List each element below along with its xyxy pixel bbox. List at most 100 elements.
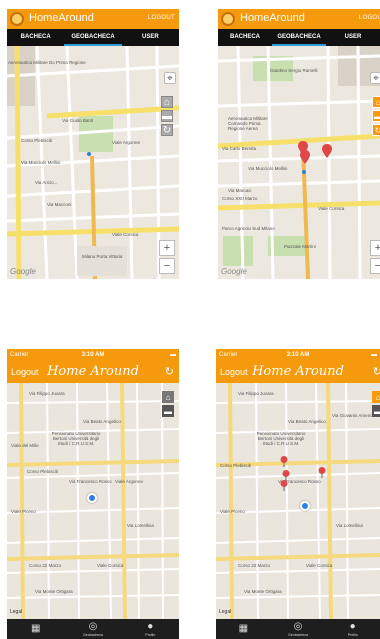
map-label: Aeronautica Militare Do Prima Regione bbox=[8, 60, 86, 65]
zoom-out-button[interactable]: − bbox=[370, 258, 380, 274]
nav-bar: Logout Home Around ↻ bbox=[7, 361, 179, 383]
status-bar: Carrier 3:10 AM ▬ bbox=[216, 349, 380, 361]
nav-bar: Logout Home Around ↻ bbox=[216, 361, 380, 383]
refresh-icon[interactable]: ↻ bbox=[372, 124, 380, 136]
tab-geobacheca[interactable]: GEOBACHECA bbox=[272, 29, 326, 46]
map-label: Viale Argonne bbox=[115, 479, 143, 484]
ios-screen-1: Carrier 3:10 AM ▬ Logout Home Around ↻ V… bbox=[7, 349, 179, 639]
map-pin-icon[interactable] bbox=[280, 480, 288, 491]
logout-button[interactable]: LOGOUT bbox=[148, 15, 175, 21]
zoom-in-button[interactable]: + bbox=[370, 240, 380, 256]
status-bar: Carrier 3:10 AM ▬ bbox=[7, 349, 179, 361]
map-view[interactable]: Giardino Sergio Ramelli Aeronautica Mili… bbox=[218, 46, 380, 279]
folder-icon[interactable]: ▬ bbox=[162, 405, 174, 417]
tab-user[interactable]: USER bbox=[122, 29, 179, 46]
tab-geobacheca[interactable]: ◎ Geobacheca bbox=[271, 619, 326, 639]
home-icon[interactable]: ⌂ bbox=[162, 391, 174, 403]
google-watermark: Google bbox=[221, 267, 247, 276]
map-label: Corso 22 Marzo bbox=[238, 563, 271, 568]
status-time: 3:10 AM bbox=[81, 352, 105, 358]
map-label: Viale Corsica bbox=[306, 563, 333, 568]
user-location-icon bbox=[87, 152, 91, 156]
map-label: Via Guido Banti bbox=[62, 118, 94, 123]
tab-bacheca[interactable]: BACHECA bbox=[218, 29, 272, 46]
map-label: Giardino Sergio Ramelli bbox=[270, 68, 318, 73]
map-pin-icon[interactable] bbox=[300, 150, 310, 164]
tab-bacheca[interactable]: ▦ bbox=[216, 619, 271, 639]
map-label: Via Mucciolo Mellini bbox=[248, 166, 288, 171]
map-label: Via Lomellina bbox=[336, 523, 363, 528]
map-label: Pensionato Universitario Bertoni Univers… bbox=[51, 431, 101, 446]
refresh-icon[interactable]: ↻ bbox=[165, 365, 174, 378]
tab-label: Geobacheca bbox=[83, 633, 103, 637]
map-label: Viale Argonne bbox=[112, 140, 140, 145]
tab-bar: BACHECA GEOBACHECA USER bbox=[7, 29, 179, 46]
logout-button[interactable]: LOGOUT bbox=[359, 15, 380, 21]
app-title: Home Around bbox=[47, 364, 139, 379]
tab-bacheca[interactable]: BACHECA bbox=[7, 29, 64, 46]
tab-profilo[interactable]: ● Profilo bbox=[122, 619, 179, 639]
home-icon[interactable]: ⌂ bbox=[372, 391, 380, 403]
folder-icon[interactable]: ▬ bbox=[161, 110, 173, 122]
folder-icon[interactable]: ▬ bbox=[372, 405, 380, 417]
refresh-icon[interactable]: ↻ bbox=[373, 365, 380, 378]
map-label: Via Marcaci bbox=[228, 188, 252, 193]
tab-geobacheca[interactable]: ◎ Geobacheca bbox=[64, 619, 121, 639]
app-header: HomeAround LOGOUT bbox=[7, 9, 179, 29]
map-label: Parco Agricolo Sud Milano bbox=[222, 226, 275, 231]
map-label: Corso Plebisciti bbox=[27, 469, 59, 474]
app-header: HomeAround LOGOUT bbox=[218, 9, 380, 29]
my-location-icon[interactable]: ⌖ bbox=[370, 72, 380, 84]
zoom-in-button[interactable]: + bbox=[159, 240, 175, 256]
tab-label: Profilo bbox=[145, 633, 156, 637]
map-label: Via Carlo Beretta bbox=[222, 146, 257, 151]
android-screen-1: HomeAround LOGOUT BACHECA GEOBACHECA USE… bbox=[7, 9, 179, 279]
ios-screen-2: Carrier 3:10 AM ▬ Logout Home Around ↻ V… bbox=[216, 349, 380, 639]
map-label: Via Beato Angelico bbox=[83, 419, 121, 424]
legal-link[interactable]: Legal bbox=[219, 609, 231, 615]
map-label: Via Monte Ortigara bbox=[244, 589, 282, 594]
tab-bar: BACHECA GEOBACHECA USER bbox=[218, 29, 380, 46]
map-label: Via Mucciolo Mellini bbox=[21, 160, 61, 165]
map-pin-icon[interactable] bbox=[318, 467, 326, 478]
user-icon: ● bbox=[349, 621, 356, 632]
battery-icon: ▬ bbox=[170, 352, 176, 358]
map-label: Viale del Mille bbox=[11, 443, 39, 448]
grid-icon: ▦ bbox=[30, 623, 41, 634]
user-location-icon bbox=[302, 170, 306, 174]
map-pin-icon[interactable] bbox=[322, 144, 332, 158]
bottom-tab-bar: ▦ ◎ Geobacheca ● Profilo bbox=[7, 619, 179, 639]
legal-link[interactable]: Legal bbox=[10, 609, 22, 615]
map-view[interactable]: Aeronautica Militare Do Prima Regione Vi… bbox=[7, 46, 179, 279]
map-label: Viale Corsica bbox=[318, 206, 345, 211]
tab-label: Geobacheca bbox=[288, 633, 308, 637]
map-label: Via Filippo Juvara bbox=[29, 391, 65, 396]
tab-profilo[interactable]: ● Profilo bbox=[325, 619, 380, 639]
home-icon[interactable]: ⌂ bbox=[372, 96, 380, 108]
refresh-icon[interactable]: ↻ bbox=[161, 124, 173, 136]
target-icon: ◎ bbox=[293, 621, 303, 632]
google-watermark: Google bbox=[10, 267, 36, 276]
map-label: Via Lomellina bbox=[127, 523, 154, 528]
map-view[interactable]: Via Filippo Juvara Via Beato Angelico Pe… bbox=[7, 383, 179, 619]
folder-icon[interactable]: ▬ bbox=[372, 110, 380, 122]
map-view[interactable]: Via Filippo Juvara Via Beato Angelico Pe… bbox=[216, 383, 380, 619]
map-label: Via Filippo Juvara bbox=[238, 391, 274, 396]
battery-icon: ▬ bbox=[371, 352, 377, 358]
tab-geobacheca[interactable]: GEOBACHECA bbox=[64, 29, 122, 46]
map-label: Viale Corsica bbox=[97, 563, 124, 568]
tab-bacheca[interactable]: ▦ bbox=[7, 619, 64, 639]
app-title: Home Around bbox=[252, 364, 344, 379]
home-icon[interactable]: ⌂ bbox=[161, 96, 173, 108]
map-pin-icon[interactable] bbox=[280, 456, 288, 467]
my-location-icon[interactable]: ⌖ bbox=[164, 72, 176, 84]
bottom-tab-bar: ▦ ◎ Geobacheca ● Profilo bbox=[216, 619, 380, 639]
status-time: 3:10 AM bbox=[286, 352, 310, 358]
map-label: Milano Porta Vittoria bbox=[82, 254, 123, 259]
zoom-out-button[interactable]: − bbox=[159, 258, 175, 274]
android-screen-2: HomeAround LOGOUT BACHECA GEOBACHECA USE… bbox=[218, 9, 380, 279]
map-label: Viale Corsica bbox=[112, 232, 139, 237]
tab-user[interactable]: USER bbox=[326, 29, 380, 46]
app-logo-icon bbox=[221, 12, 235, 26]
map-label: Pensionato Universitario Bertoni Univers… bbox=[256, 431, 306, 446]
